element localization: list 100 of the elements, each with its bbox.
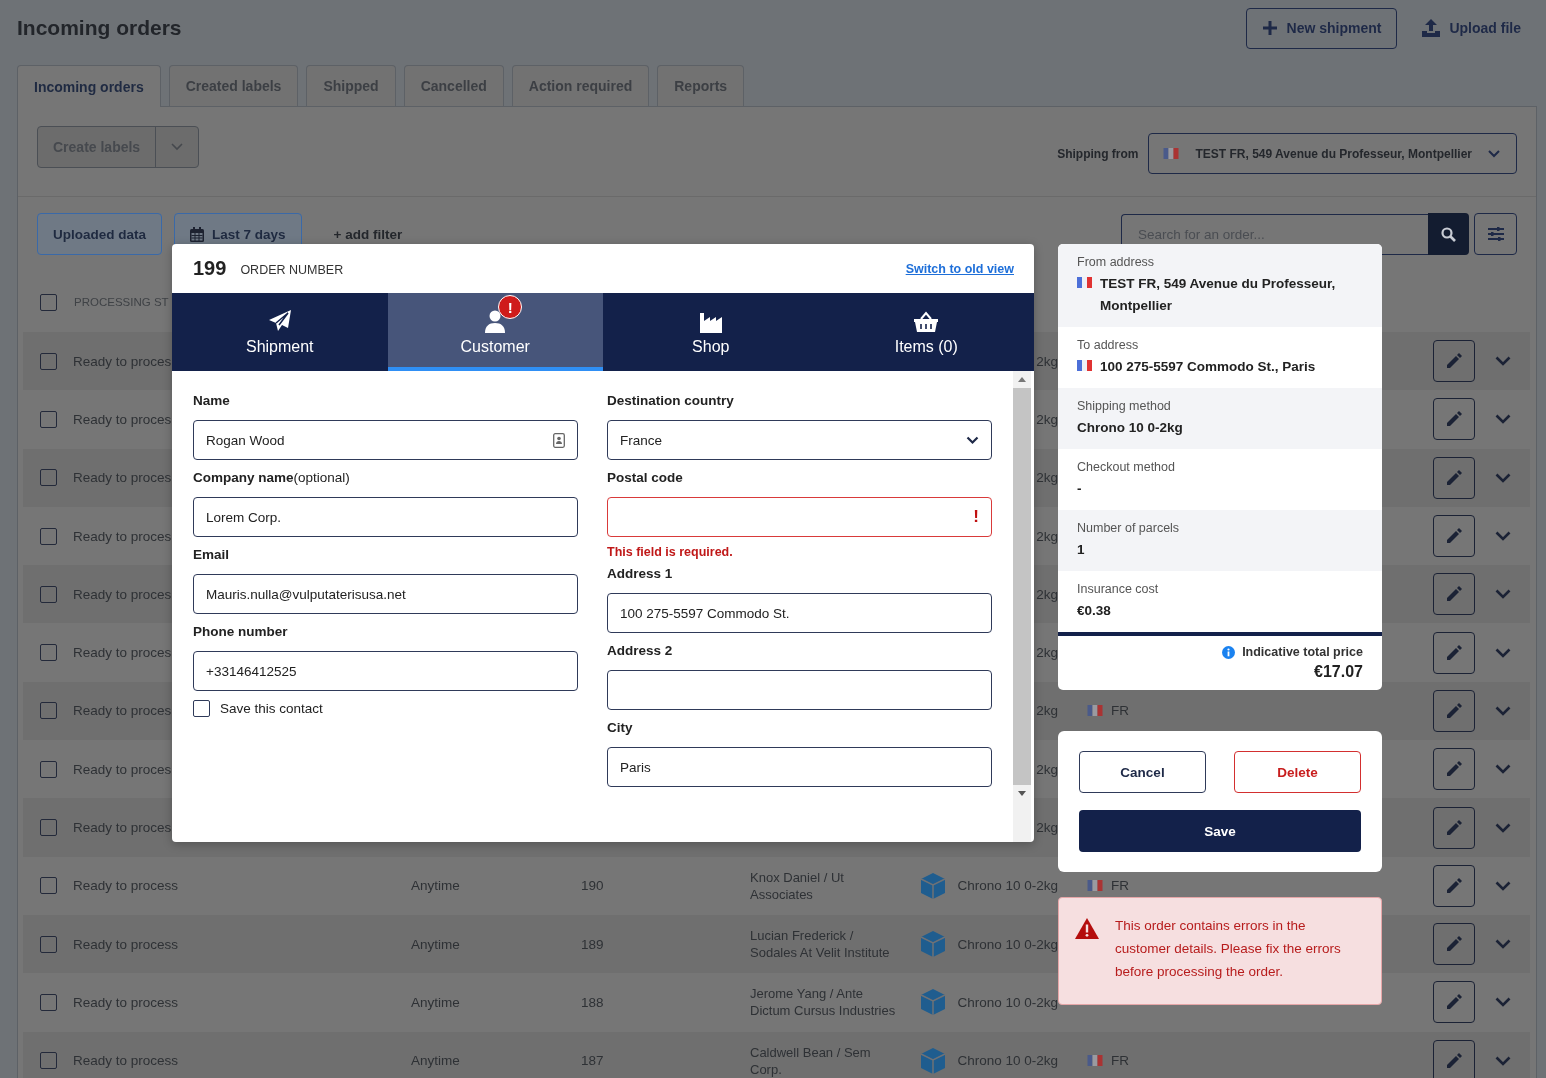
edit-button[interactable] <box>1433 864 1475 907</box>
edit-button[interactable] <box>1433 515 1475 558</box>
flag-icon <box>1163 148 1180 159</box>
chevron-down-icon[interactable] <box>1494 531 1511 542</box>
row-checkbox[interactable] <box>40 585 57 603</box>
edit-button[interactable] <box>1433 340 1475 383</box>
dialog-tab[interactable]: ! Customer <box>387 293 603 371</box>
edit-button[interactable] <box>1433 398 1475 441</box>
summary-label: Checkout method <box>1077 460 1176 474</box>
chevron-down-icon[interactable] <box>1494 589 1511 600</box>
field-label: Company name(optional) <box>193 470 351 487</box>
service-cell: 2kg <box>1036 761 1058 777</box>
shipping-from-label: Shipping from <box>1057 146 1139 161</box>
row-checkbox[interactable] <box>40 527 57 545</box>
order-number-cell: 187 <box>581 1053 604 1069</box>
chevron-down-icon[interactable] <box>1494 414 1511 425</box>
chevron-down-icon[interactable] <box>1494 647 1511 658</box>
edit-button[interactable] <box>1433 923 1475 966</box>
row-checkbox[interactable] <box>40 935 57 953</box>
row-checkbox[interactable] <box>40 469 57 487</box>
row-checkbox[interactable] <box>40 1052 57 1070</box>
input-field[interactable]: Lorem Corp. <box>193 497 578 537</box>
input-field[interactable]: 100 275-5597 Commodo St. <box>607 593 992 633</box>
switch-view-link[interactable]: Switch to old view <box>905 261 1014 276</box>
service-cell: 2kg <box>1036 470 1058 486</box>
edit-button[interactable] <box>1433 689 1475 732</box>
warning-icon <box>1075 918 1099 939</box>
dialog-tab[interactable]: Items (0) <box>818 293 1034 371</box>
scrollbar[interactable] <box>1013 371 1031 842</box>
scroll-up-icon[interactable] <box>1018 377 1026 382</box>
add-filter-link[interactable]: + add filter <box>327 225 409 243</box>
chevron-down-icon[interactable] <box>1494 705 1511 716</box>
chevron-down-icon[interactable] <box>1494 472 1511 483</box>
status-cell: Ready to proces <box>73 528 172 544</box>
pencil-icon <box>1445 1051 1463 1070</box>
pencil-icon <box>1445 527 1463 546</box>
chevron-down-icon[interactable] <box>1494 939 1511 950</box>
search-button[interactable] <box>1428 213 1469 255</box>
cube-icon <box>920 988 946 1017</box>
pencil-icon <box>1445 643 1463 662</box>
caret-icon <box>1488 149 1500 158</box>
status-cell: Ready to proces <box>73 411 172 427</box>
edit-button[interactable] <box>1433 573 1475 616</box>
pencil-icon <box>1445 352 1463 371</box>
row-checkbox[interactable] <box>40 760 57 778</box>
row-checkbox[interactable] <box>40 644 57 662</box>
chevron-down-icon[interactable] <box>1494 822 1511 833</box>
edit-button[interactable] <box>1433 1039 1475 1078</box>
service-cell: Chrono 10 0-2kg <box>957 878 1058 894</box>
customer-cell-text: Lucian Frederick / Sodales At Velit Institute <box>750 927 891 962</box>
filter-chip[interactable]: Uploaded data <box>37 213 162 255</box>
select-all-checkbox[interactable] <box>40 293 57 311</box>
save-contact-checkbox[interactable] <box>193 700 210 717</box>
pencil-icon <box>1445 468 1463 487</box>
filter-settings-button[interactable] <box>1474 213 1517 255</box>
action-button[interactable]: Delete <box>1234 751 1361 793</box>
pencil-icon <box>1445 993 1463 1012</box>
paper-plane-icon <box>267 309 292 333</box>
row-checkbox[interactable] <box>40 993 57 1011</box>
row-checkbox[interactable] <box>40 352 57 370</box>
edit-button[interactable] <box>1433 806 1475 849</box>
row-checkbox[interactable] <box>40 819 57 836</box>
input-field[interactable]: Paris <box>607 747 992 787</box>
input-field[interactable]: Mauris.nulla@vulputaterisusa.net <box>193 574 578 614</box>
tab[interactable]: Incoming orders <box>17 65 161 107</box>
order-number-cell: 188 <box>581 994 604 1010</box>
input-field[interactable] <box>607 670 992 710</box>
status-cell: Ready to proces <box>73 353 172 369</box>
dialog-tab[interactable]: Shop <box>603 293 819 371</box>
scroll-down-icon[interactable] <box>1018 791 1026 796</box>
edit-button[interactable] <box>1433 748 1475 791</box>
edit-button[interactable] <box>1433 456 1475 499</box>
dialog-tab[interactable]: Shipment <box>172 293 388 371</box>
shipping-from-select[interactable]: TEST FR, 549 Avenue du Professeur, Montpellier <box>1148 133 1517 174</box>
summary-value: - <box>1077 480 1082 498</box>
row-checkbox[interactable] <box>40 877 57 895</box>
action-button[interactable]: Cancel <box>1079 751 1206 793</box>
country-cell: FR <box>1111 1053 1129 1069</box>
flag-icon <box>1087 1055 1103 1067</box>
input-field[interactable]: +33146412525 <box>193 651 578 691</box>
chevron-down-icon[interactable] <box>1494 880 1511 891</box>
header-button[interactable]: New shipment <box>1245 7 1398 49</box>
chevron-down-icon[interactable] <box>1494 764 1511 775</box>
row-checkbox[interactable] <box>40 410 57 428</box>
action-button[interactable]: Save <box>1079 810 1361 852</box>
edit-button[interactable] <box>1433 631 1475 674</box>
chevron-down-icon[interactable] <box>1494 997 1511 1008</box>
edit-button[interactable] <box>1433 981 1475 1024</box>
row-checkbox[interactable] <box>40 702 57 720</box>
input-field[interactable]: ! <box>607 497 992 537</box>
service-cell: Chrono 10 0-2kg <box>957 994 1058 1010</box>
header-button[interactable]: Upload file <box>1421 7 1521 49</box>
input-field[interactable]: Rogan Wood <box>193 420 578 460</box>
country-select[interactable]: France <box>607 420 992 460</box>
flag-icon <box>1077 277 1092 288</box>
cube-icon <box>920 1046 946 1075</box>
chevron-down-icon[interactable] <box>1494 356 1511 367</box>
field-label: Phone number <box>193 624 289 641</box>
order-number: 199 <box>193 257 227 280</box>
chevron-down-icon[interactable] <box>1494 1055 1511 1066</box>
